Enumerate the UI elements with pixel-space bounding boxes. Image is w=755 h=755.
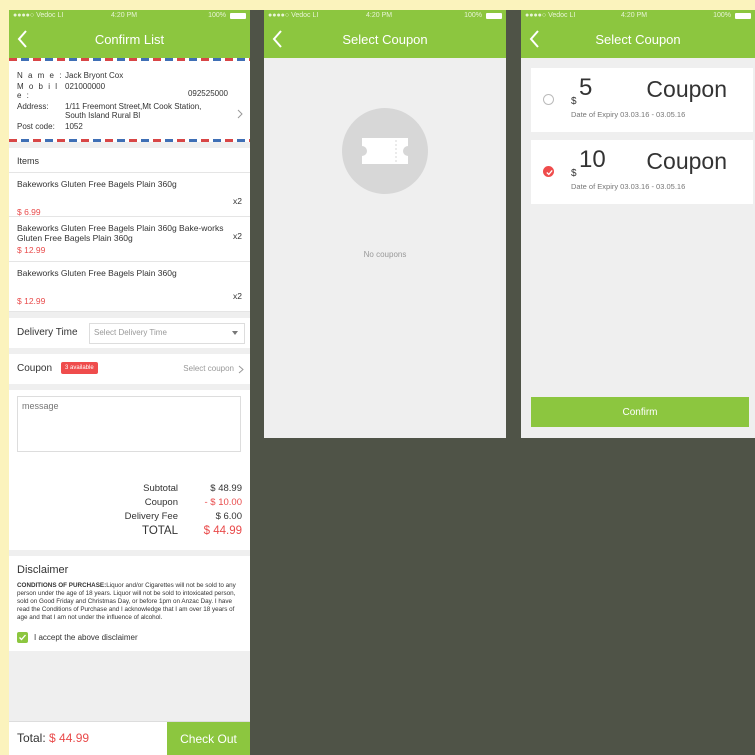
disclaimer-heading: Disclaimer	[17, 564, 69, 576]
coupon-radio[interactable]	[543, 94, 554, 105]
coupon-amount: 10	[579, 146, 606, 173]
empty-state-text: No coupons	[363, 250, 407, 259]
check-icon	[19, 634, 26, 641]
post-code: 1052	[65, 122, 83, 131]
message-input[interactable]	[17, 396, 241, 452]
status-bar: ●●●●○ Vedoc LI 4:20 PM 100%	[521, 10, 755, 22]
accept-checkbox[interactable]	[17, 632, 28, 643]
navbar: Select Coupon	[521, 22, 755, 58]
coupon-count-badge: 3 available	[61, 362, 98, 374]
battery-icon	[486, 13, 502, 19]
address-card[interactable]: N a m e : Jack Bryont Cox M o b i l e :02…	[9, 61, 250, 139]
accept-label: I accept the above disclaimer	[34, 633, 138, 642]
ticket-icon	[362, 138, 408, 164]
back-arrow-icon[interactable]	[270, 28, 286, 50]
empty-state-circle	[342, 108, 428, 194]
battery-icon	[230, 13, 246, 19]
accept-disclaimer-row[interactable]: I accept the above disclaimer	[17, 632, 242, 643]
chevron-right-icon	[237, 109, 243, 119]
caret-down-icon	[232, 331, 238, 335]
status-bar: ●●●●○ Vedoc LI 4:20 PM 100%	[9, 10, 250, 22]
street-address: 1/11 Freemont Street,Mt Cook Station, Sou…	[65, 102, 202, 120]
delivery-time-select[interactable]: Select Delivery Time	[89, 323, 245, 344]
coupon-card[interactable]: $ 5 Coupon Date of Expiry 03.03.16 - 03.…	[531, 68, 753, 132]
battery-icon	[735, 13, 751, 19]
disclaimer-section: Disclaimer CONDITIONS OF PURCHASE:Liquor…	[9, 556, 250, 651]
subtotal-value: $ 48.99	[210, 483, 242, 494]
item-name: Bakeworks Gluten Free Bagels Plain 360g	[17, 268, 177, 278]
coupon-expiry: Date of Expiry 03.03.16 - 03.05.16	[571, 110, 686, 119]
coupon-discount-value: - $ 10.00	[204, 497, 243, 508]
item-qty: x2	[233, 291, 242, 301]
item-name: Bakeworks Gluten Free Bagels Plain 360g …	[17, 223, 224, 243]
items-section: Items Bakeworks Gluten Free Bagels Plain…	[9, 148, 250, 312]
total-value: $ 44.99	[203, 525, 242, 537]
clock: 4:20 PM	[111, 12, 138, 19]
left-border	[0, 0, 9, 755]
list-item: Bakeworks Gluten Free Bagels Plain 360g …	[9, 217, 250, 262]
confirm-button[interactable]: Confirm	[531, 397, 749, 427]
message-section	[9, 390, 250, 472]
carrier: ●●●●○ Vedoc LI	[525, 12, 576, 19]
carrier: ●●●●○ Vedoc LI	[268, 12, 319, 19]
navbar: Confirm List	[9, 22, 250, 58]
page-title: Confirm List	[94, 32, 165, 47]
battery-percent: 100%	[713, 12, 731, 19]
top-border	[0, 0, 755, 10]
coupon-amount: 5	[579, 74, 593, 101]
mobile-number-2: 092525000	[187, 89, 228, 98]
coupon-expiry: Date of Expiry 03.03.16 - 03.05.16	[571, 182, 686, 191]
item-qty: x2	[233, 231, 242, 241]
battery-percent: 100%	[208, 12, 226, 19]
item-qty: x2	[233, 196, 242, 206]
bottom-bar: Total: $ 44.99 Check Out	[9, 721, 250, 755]
carrier: ●●●●○ Vedoc LI	[13, 12, 64, 19]
list-item: Bakeworks Gluten Free Bagels Plain 360g …	[9, 262, 250, 312]
totals-section: Subtotal $ 48.99 Coupon - $ 10.00 Delivery…	[9, 472, 250, 550]
list-item: Bakeworks Gluten Free Bagels Plain 360g …	[9, 173, 250, 217]
delivery-time-row: Delivery Time Select Delivery Time	[9, 318, 250, 348]
items-heading: Items	[9, 148, 250, 173]
page-title: Select Coupon	[342, 32, 428, 47]
back-arrow-icon[interactable]	[15, 28, 31, 50]
delivery-time-label: Delivery Time	[17, 327, 78, 338]
clock: 4:20 PM	[366, 12, 393, 19]
page-title: Select Coupon	[595, 32, 681, 47]
item-price: $ 6.99	[17, 207, 41, 217]
disclaimer-text: CONDITIONS OF PURCHASE:Liquor and/or Cig…	[17, 582, 236, 621]
empty-coupon-screen: ●●●●○ Vedoc LI 4:20 PM 100% Select Coupo…	[264, 10, 506, 438]
select-coupon-link[interactable]: Select coupon	[183, 364, 234, 373]
item-price: $ 12.99	[17, 245, 46, 255]
bottom-total: Total: $ 44.99	[17, 731, 90, 745]
status-bar: ●●●●○ Vedoc LI 4:20 PM 100%	[264, 10, 506, 22]
check-icon	[546, 169, 553, 176]
recipient-name: Jack Bryont Cox	[65, 71, 124, 80]
item-price: $ 12.99	[17, 296, 46, 306]
coupon-list-screen: ●●●●○ Vedoc LI 4:20 PM 100% Select Coupo…	[521, 10, 755, 438]
airmail-stripe-bottom	[9, 139, 250, 142]
chevron-right-icon	[238, 365, 244, 374]
delivery-fee-value: $ 6.00	[215, 511, 242, 522]
battery-percent: 100%	[464, 12, 482, 19]
navbar: Select Coupon	[264, 22, 506, 58]
coupon-row[interactable]: Coupon 3 available Select coupon	[9, 354, 250, 384]
coupon-radio-selected[interactable]	[543, 166, 554, 177]
coupon-card[interactable]: $ 10 Coupon Date of Expiry 03.03.16 - 03…	[531, 140, 753, 204]
coupon-label: Coupon	[17, 363, 53, 374]
item-name: Bakeworks Gluten Free Bagels Plain 360g	[17, 179, 177, 189]
clock: 4:20 PM	[621, 12, 648, 19]
checkout-button[interactable]: Check Out	[167, 722, 250, 755]
confirm-list-screen: ●●●●○ Vedoc LI 4:20 PM 100% Confirm List…	[9, 10, 250, 755]
back-arrow-icon[interactable]	[527, 28, 543, 50]
